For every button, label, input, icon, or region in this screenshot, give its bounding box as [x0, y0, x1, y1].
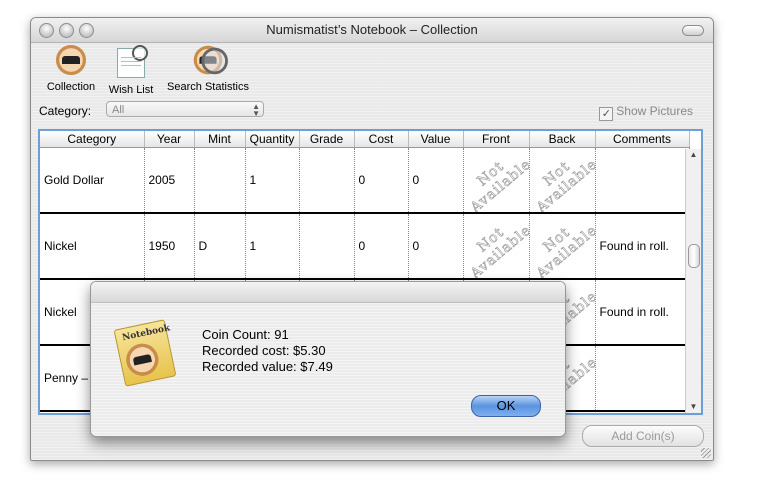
column-header-comments[interactable]: Comments: [595, 131, 690, 148]
toolbar-collection-label: Collection: [46, 81, 96, 93]
add-coins-button[interactable]: Add Coin(s): [582, 425, 704, 447]
column-header-front[interactable]: Front: [463, 131, 530, 148]
cell-category[interactable]: Gold Dollar: [40, 147, 145, 214]
toolbar-toggle-button[interactable]: [682, 25, 704, 36]
cell-quantity[interactable]: 1: [245, 147, 300, 214]
search-statistics-icon: [193, 45, 228, 75]
window-title: Numismatist’s Notebook – Collection: [266, 22, 478, 37]
cell-year[interactable]: 1950: [144, 213, 195, 280]
toolbar-collection-button[interactable]: Collection: [43, 45, 99, 93]
cell-comments[interactable]: [595, 147, 690, 214]
table-row[interactable]: Nickel 1950 D 1 0 0 Not Available Not Avai…: [40, 213, 690, 280]
show-pictures-checkbox[interactable]: ✓ Show Pictures: [599, 104, 693, 121]
cell-mint[interactable]: D: [194, 213, 246, 280]
coin-medal-icon: [123, 340, 162, 379]
column-header-mint[interactable]: Mint: [194, 131, 246, 148]
not-available-placeholder: NotAvailable: [467, 222, 529, 279]
cell-mint[interactable]: [194, 147, 246, 214]
category-label: Category:: [39, 104, 92, 118]
cell-comments[interactable]: Found in roll.: [595, 213, 690, 280]
select-arrows-icon: ▲ ▼: [252, 102, 260, 118]
category-select[interactable]: All ▲ ▼: [106, 101, 264, 118]
notebook-icon: Notebook: [113, 319, 177, 387]
not-available-placeholder: NotAvailable: [533, 156, 595, 213]
toolbar-wish-list-button[interactable]: Wish List: [105, 45, 157, 96]
toolbar-search-statistics-button[interactable]: Search Statistics: [163, 45, 253, 93]
cell-quantity[interactable]: 1: [245, 213, 300, 280]
collection-icon: [56, 45, 86, 75]
column-header-value[interactable]: Value: [408, 131, 464, 148]
not-available-placeholder: NotAvailable: [533, 222, 595, 279]
column-header-quantity[interactable]: Quantity: [245, 131, 300, 148]
sheet-header: [91, 282, 565, 303]
column-header-category[interactable]: Category: [40, 131, 145, 148]
cell-back-image[interactable]: NotAvailable: [529, 213, 596, 280]
cell-year[interactable]: 2005: [144, 147, 195, 214]
show-pictures-label: Show Pictures: [616, 104, 693, 118]
table-row[interactable]: Gold Dollar 2005 1 0 0 Not Available Not A…: [40, 147, 690, 214]
category-filter-row: Category: All ▲ ▼ ✓ Show Pictures: [31, 98, 713, 122]
cell-category[interactable]: Nickel: [40, 213, 145, 280]
ok-button[interactable]: OK: [471, 395, 541, 417]
column-header-cost[interactable]: Cost: [354, 131, 409, 148]
scroll-down-arrow-icon[interactable]: ▼: [686, 401, 701, 413]
cell-back-image[interactable]: NotAvailable: [529, 147, 596, 214]
title-bar[interactable]: Numismatist’s Notebook – Collection: [31, 18, 713, 43]
cell-value[interactable]: 0: [408, 147, 464, 214]
cell-comments[interactable]: [595, 345, 690, 412]
cell-cost[interactable]: 0: [354, 213, 409, 280]
cell-cost[interactable]: 0: [354, 147, 409, 214]
statistics-text: Coin Count: 91 Recorded cost: $5.30 Reco…: [202, 327, 333, 375]
wish-list-icon: [117, 45, 148, 78]
vertical-scrollbar[interactable]: ▲ ▼: [685, 149, 701, 413]
toolbar: Collection Wish List Search Statistics: [31, 43, 713, 96]
category-select-value: All: [112, 104, 125, 116]
recorded-value-text: Recorded value: $7.49: [202, 359, 333, 374]
cell-grade[interactable]: [299, 213, 355, 280]
scroll-up-arrow-icon[interactable]: ▲: [686, 149, 701, 161]
column-header-grade[interactable]: Grade: [299, 131, 355, 148]
cell-front-image[interactable]: NotAvailable: [463, 147, 530, 214]
scrollbar-thumb[interactable]: [688, 244, 700, 268]
statistics-sheet: Notebook Coin Count: 91 Recorded cost: $…: [90, 281, 566, 437]
checkmark-icon: ✓: [599, 107, 614, 121]
coin-count-text: Coin Count: 91: [202, 327, 289, 342]
table-header-row: Category Year Mint Quantity Grade Cost V…: [40, 131, 690, 148]
not-available-placeholder: NotAvailable: [467, 156, 529, 213]
column-header-year[interactable]: Year: [144, 131, 195, 148]
resize-grip-icon[interactable]: [701, 448, 711, 458]
toolbar-wish-list-label: Wish List: [108, 84, 154, 96]
cell-value[interactable]: 0: [408, 213, 464, 280]
recorded-cost-text: Recorded cost: $5.30: [202, 343, 326, 358]
cell-grade[interactable]: [299, 147, 355, 214]
cell-comments[interactable]: Found in roll.: [595, 279, 690, 346]
column-header-back[interactable]: Back: [529, 131, 596, 148]
notebook-icon-label: Notebook: [121, 323, 172, 344]
toolbar-search-statistics-label: Search Statistics: [167, 81, 249, 93]
cell-front-image[interactable]: NotAvailable: [463, 213, 530, 280]
